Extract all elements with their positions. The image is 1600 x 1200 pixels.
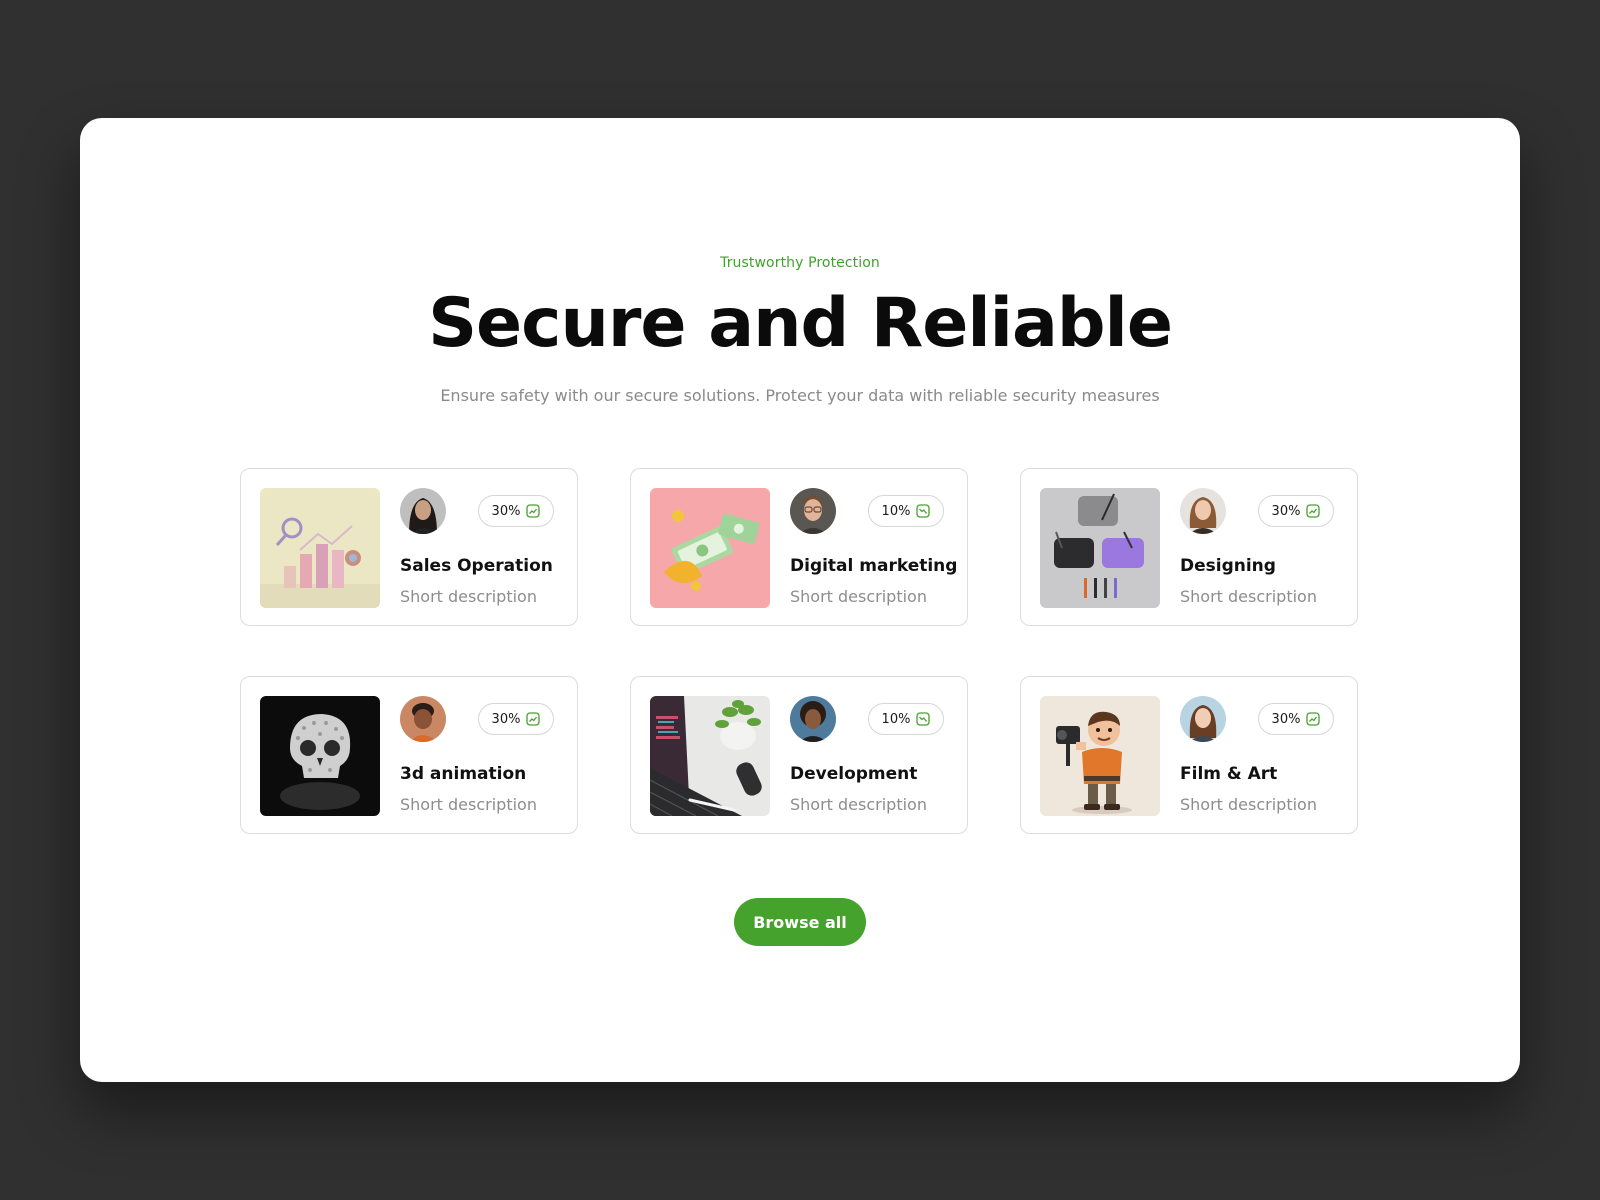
- woman-avatar: [790, 696, 836, 742]
- category-card[interactable]: 30% 3d animation Short description: [240, 676, 578, 834]
- laptop-plant-photo: [650, 696, 770, 816]
- trend-down-icon: [916, 504, 931, 518]
- category-grid: 30% Sales Operation Short description 10…: [240, 468, 1360, 834]
- bar-chart-illustration: [260, 488, 380, 608]
- growth-value: 30%: [1271, 711, 1301, 727]
- growth-badge: 30%: [478, 495, 554, 527]
- card-description: Short description: [790, 795, 927, 814]
- section-subtitle: Ensure safety with our secure solutions.…: [440, 386, 1160, 405]
- card-title: Film & Art: [1180, 764, 1278, 784]
- trend-up-icon: [526, 712, 541, 726]
- woman-avatar: [400, 488, 446, 534]
- woman-avatar: [1180, 696, 1226, 742]
- browse-all-button[interactable]: Browse all: [734, 898, 866, 946]
- card-description: Short description: [1180, 587, 1317, 606]
- card-title: Digital marketing: [790, 556, 958, 576]
- growth-value: 10%: [881, 503, 911, 519]
- section-title: Secure and Reliable: [428, 284, 1173, 363]
- card-description: Short description: [790, 587, 927, 606]
- section-eyebrow: Trustworthy Protection: [720, 255, 880, 271]
- card-title: Sales Operation: [400, 556, 553, 576]
- category-card[interactable]: 30% Film & Art Short description: [1020, 676, 1358, 834]
- card-description: Short description: [400, 587, 537, 606]
- card-title: 3d animation: [400, 764, 527, 784]
- category-card[interactable]: 10% Development Short description: [630, 676, 968, 834]
- growth-badge: 30%: [1258, 495, 1334, 527]
- trend-up-icon: [526, 504, 541, 518]
- content-panel: Trustworthy Protection Secure and Reliab…: [80, 118, 1520, 1082]
- man-glasses-avatar: [790, 488, 836, 534]
- money-illustration: [650, 488, 770, 608]
- drawing-tablets-illustration: [1040, 488, 1160, 608]
- trend-up-icon: [1306, 504, 1321, 518]
- growth-value: 30%: [1271, 503, 1301, 519]
- woman-avatar: [1180, 488, 1226, 534]
- growth-value: 10%: [881, 711, 911, 727]
- category-card[interactable]: 30% Designing Short description: [1020, 468, 1358, 626]
- growth-value: 30%: [491, 503, 521, 519]
- growth-badge: 30%: [1258, 703, 1334, 735]
- card-description: Short description: [1180, 795, 1317, 814]
- card-description: Short description: [400, 795, 537, 814]
- card-title: Development: [790, 764, 918, 784]
- card-title: Designing: [1180, 556, 1276, 576]
- skull-render: [260, 696, 380, 816]
- trend-down-icon: [916, 712, 931, 726]
- growth-badge: 10%: [868, 703, 944, 735]
- category-card[interactable]: 30% Sales Operation Short description: [240, 468, 578, 626]
- cartoon-filmmaker: [1040, 696, 1160, 816]
- woman-avatar: [400, 696, 446, 742]
- growth-badge: 10%: [868, 495, 944, 527]
- trend-up-icon: [1306, 712, 1321, 726]
- growth-value: 30%: [491, 711, 521, 727]
- growth-badge: 30%: [478, 703, 554, 735]
- category-card[interactable]: 10% Digital marketing Short description: [630, 468, 968, 626]
